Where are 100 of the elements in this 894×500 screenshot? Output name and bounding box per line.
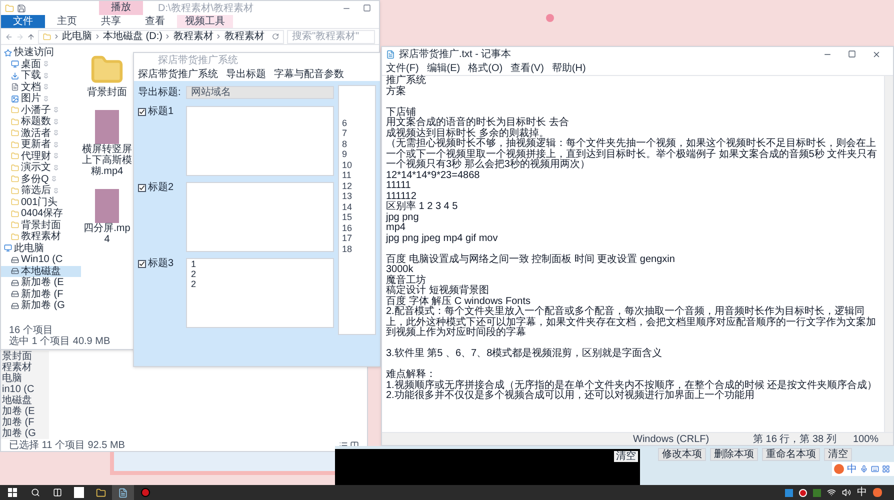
microphone-icon[interactable] — [860, 465, 868, 473]
menu-item[interactable]: 导出标题 — [226, 66, 266, 82]
field-label: 导出标题: — [138, 86, 182, 100]
sidebar-item[interactable]: 代理财 — [1, 150, 81, 162]
maximize-icon[interactable] — [363, 4, 371, 12]
file-item[interactable]: 横屏转竖屏上下高斯模糊.mp4 — [81, 110, 133, 177]
tray-app-icon[interactable] — [813, 488, 821, 496]
panel-button[interactable]: 删除本项 — [710, 448, 758, 461]
sidebar-item[interactable]: 0404保存 — [1, 208, 81, 220]
menu-item[interactable]: 编辑(E) — [426, 61, 460, 76]
save-icon[interactable] — [17, 4, 26, 12]
checkbox[interactable] — [138, 184, 146, 192]
ribbon-tab[interactable]: 主页 — [45, 15, 89, 28]
sidebar-item[interactable]: 电脑 — [1, 373, 49, 384]
file-item[interactable]: 四分屏.mp4 — [81, 189, 133, 245]
search-icon[interactable] — [30, 488, 40, 497]
sidebar-label: 下载 — [21, 70, 41, 82]
menu-item[interactable]: 查看(V) — [510, 61, 544, 76]
chevron-icon — [53, 33, 60, 40]
sidebar-item[interactable]: 加卷 (F — [1, 417, 49, 428]
sidebar-item[interactable]: 新加卷 (E — [1, 277, 81, 288]
back-arrow-icon[interactable] — [5, 32, 13, 40]
star-icon — [4, 48, 12, 57]
notepad-icon[interactable] — [118, 488, 128, 498]
sidebar-item[interactable]: 新加卷 (F — [1, 288, 81, 300]
ribbon-tab[interactable]: 查看 — [133, 15, 177, 28]
sidebar-item[interactable]: 文档 — [1, 82, 81, 93]
title-text-area[interactable]: 1 2 2 — [186, 258, 334, 328]
sidebar-item[interactable]: 筛选后 — [1, 185, 81, 196]
scrollbar[interactable] — [884, 76, 893, 432]
sidebar-item[interactable]: 更新者 — [1, 139, 81, 150]
breadcrumb[interactable]: 此电脑 — [62, 30, 92, 42]
sidebar-item[interactable]: 桌面 — [1, 58, 81, 70]
sidebar-item[interactable]: in10 (C — [1, 384, 49, 395]
address-bar[interactable]: 此电脑 本地磁盘 (D:) 教程素材 教程素材 — [38, 30, 284, 44]
checkbox[interactable] — [138, 108, 146, 116]
menu-item[interactable]: 字幕与配音参数 — [274, 66, 344, 82]
volume-icon[interactable] — [842, 488, 851, 497]
ime-indicator[interactable]: 中 — [857, 487, 867, 498]
sidebar-item[interactable]: Win10 (C — [1, 254, 81, 266]
folder-icon[interactable] — [96, 488, 106, 498]
task-view-icon[interactable] — [52, 488, 62, 497]
close-icon[interactable] — [872, 50, 881, 59]
sidebar-item[interactable]: 快速访问 — [1, 47, 81, 58]
menu-item[interactable]: 文件(F) — [386, 61, 419, 76]
search-field[interactable]: 搜索"教程素材" — [287, 30, 375, 44]
panel-button[interactable]: 修改本项 — [658, 448, 706, 461]
sidebar-item[interactable]: 背景封面 — [1, 220, 81, 231]
sidebar-item[interactable]: 图片 — [1, 93, 81, 104]
keyboard-icon[interactable] — [871, 465, 879, 473]
sogou-logo-icon[interactable] — [873, 488, 882, 497]
sidebar-label: 教程素材 — [21, 231, 61, 242]
ime-mode[interactable]: 中 — [847, 464, 857, 474]
sidebar-item[interactable]: 激活者 — [1, 128, 81, 139]
sidebar-item[interactable]: 此电脑 — [1, 242, 81, 254]
checkbox[interactable] — [138, 260, 146, 268]
file-name: 横屏转竖屏上下高斯模糊.mp4 — [81, 144, 133, 177]
breadcrumb[interactable]: 教程素材 — [224, 30, 264, 42]
clear-button[interactable]: 清空 — [614, 451, 638, 462]
sidebar-label: 新加卷 (G — [21, 300, 65, 312]
sidebar-item[interactable]: 加卷 (G — [1, 428, 49, 439]
sidebar-item[interactable]: 多份Q — [1, 174, 81, 185]
file-item[interactable]: 背景封面 — [81, 53, 133, 98]
sidebar-item[interactable]: 教程素材 — [1, 231, 81, 242]
sidebar-item[interactable]: 地磁盘 — [1, 395, 49, 406]
context-tab[interactable]: 播放 — [99, 1, 143, 15]
sidebar-item[interactable]: 本地磁盘 — [1, 266, 81, 277]
breadcrumb[interactable]: 教程素材 — [173, 30, 214, 42]
menu-item[interactable]: 帮助(H) — [552, 61, 586, 76]
up-arrow-icon[interactable] — [27, 32, 35, 40]
start-icon[interactable] — [8, 488, 16, 497]
sidebar-item[interactable]: 小潘子 — [1, 104, 81, 116]
maximize-icon[interactable] — [848, 50, 856, 58]
line-number: 14 — [342, 202, 354, 212]
refresh-icon[interactable] — [272, 33, 279, 40]
panel-button[interactable]: 清空 — [824, 448, 852, 461]
ribbon-tab[interactable]: 文件 — [1, 15, 45, 28]
menu-item[interactable]: 格式(O) — [468, 61, 503, 76]
breadcrumb[interactable]: 本地磁盘 (D:) — [103, 30, 162, 42]
sidebar-item[interactable]: 程素材 — [1, 362, 49, 373]
sidebar-item[interactable]: 标题数 — [1, 116, 81, 128]
grid-icon[interactable] — [882, 465, 890, 473]
sidebar-item[interactable]: 加卷 (E — [1, 406, 49, 417]
tray-app-icon[interactable] — [785, 488, 793, 496]
desktop-icon — [11, 60, 19, 68]
panel-button[interactable]: 重命名本项 — [762, 448, 820, 461]
ribbon-tab[interactable]: 视频工具 — [177, 15, 233, 28]
ribbon-tab[interactable]: 共享 — [89, 15, 133, 28]
export-title-field[interactable]: 网站域名 — [186, 86, 334, 99]
sidebar-item[interactable]: 演示文 — [1, 162, 81, 174]
menu-item[interactable]: 探店带货推广系统 — [138, 66, 218, 82]
line-number: 15 — [342, 212, 354, 222]
sidebar-item[interactable]: 001门头 — [1, 196, 81, 208]
sidebar-item[interactable]: 景封面 — [1, 351, 49, 362]
network-icon[interactable] — [827, 488, 836, 497]
sidebar-item[interactable]: 下载 — [1, 70, 81, 82]
sidebar-item[interactable]: 新加卷 (G — [1, 300, 81, 312]
document-icon — [11, 83, 19, 92]
folder-icon — [11, 129, 19, 138]
sogou-logo-icon[interactable] — [834, 464, 844, 474]
